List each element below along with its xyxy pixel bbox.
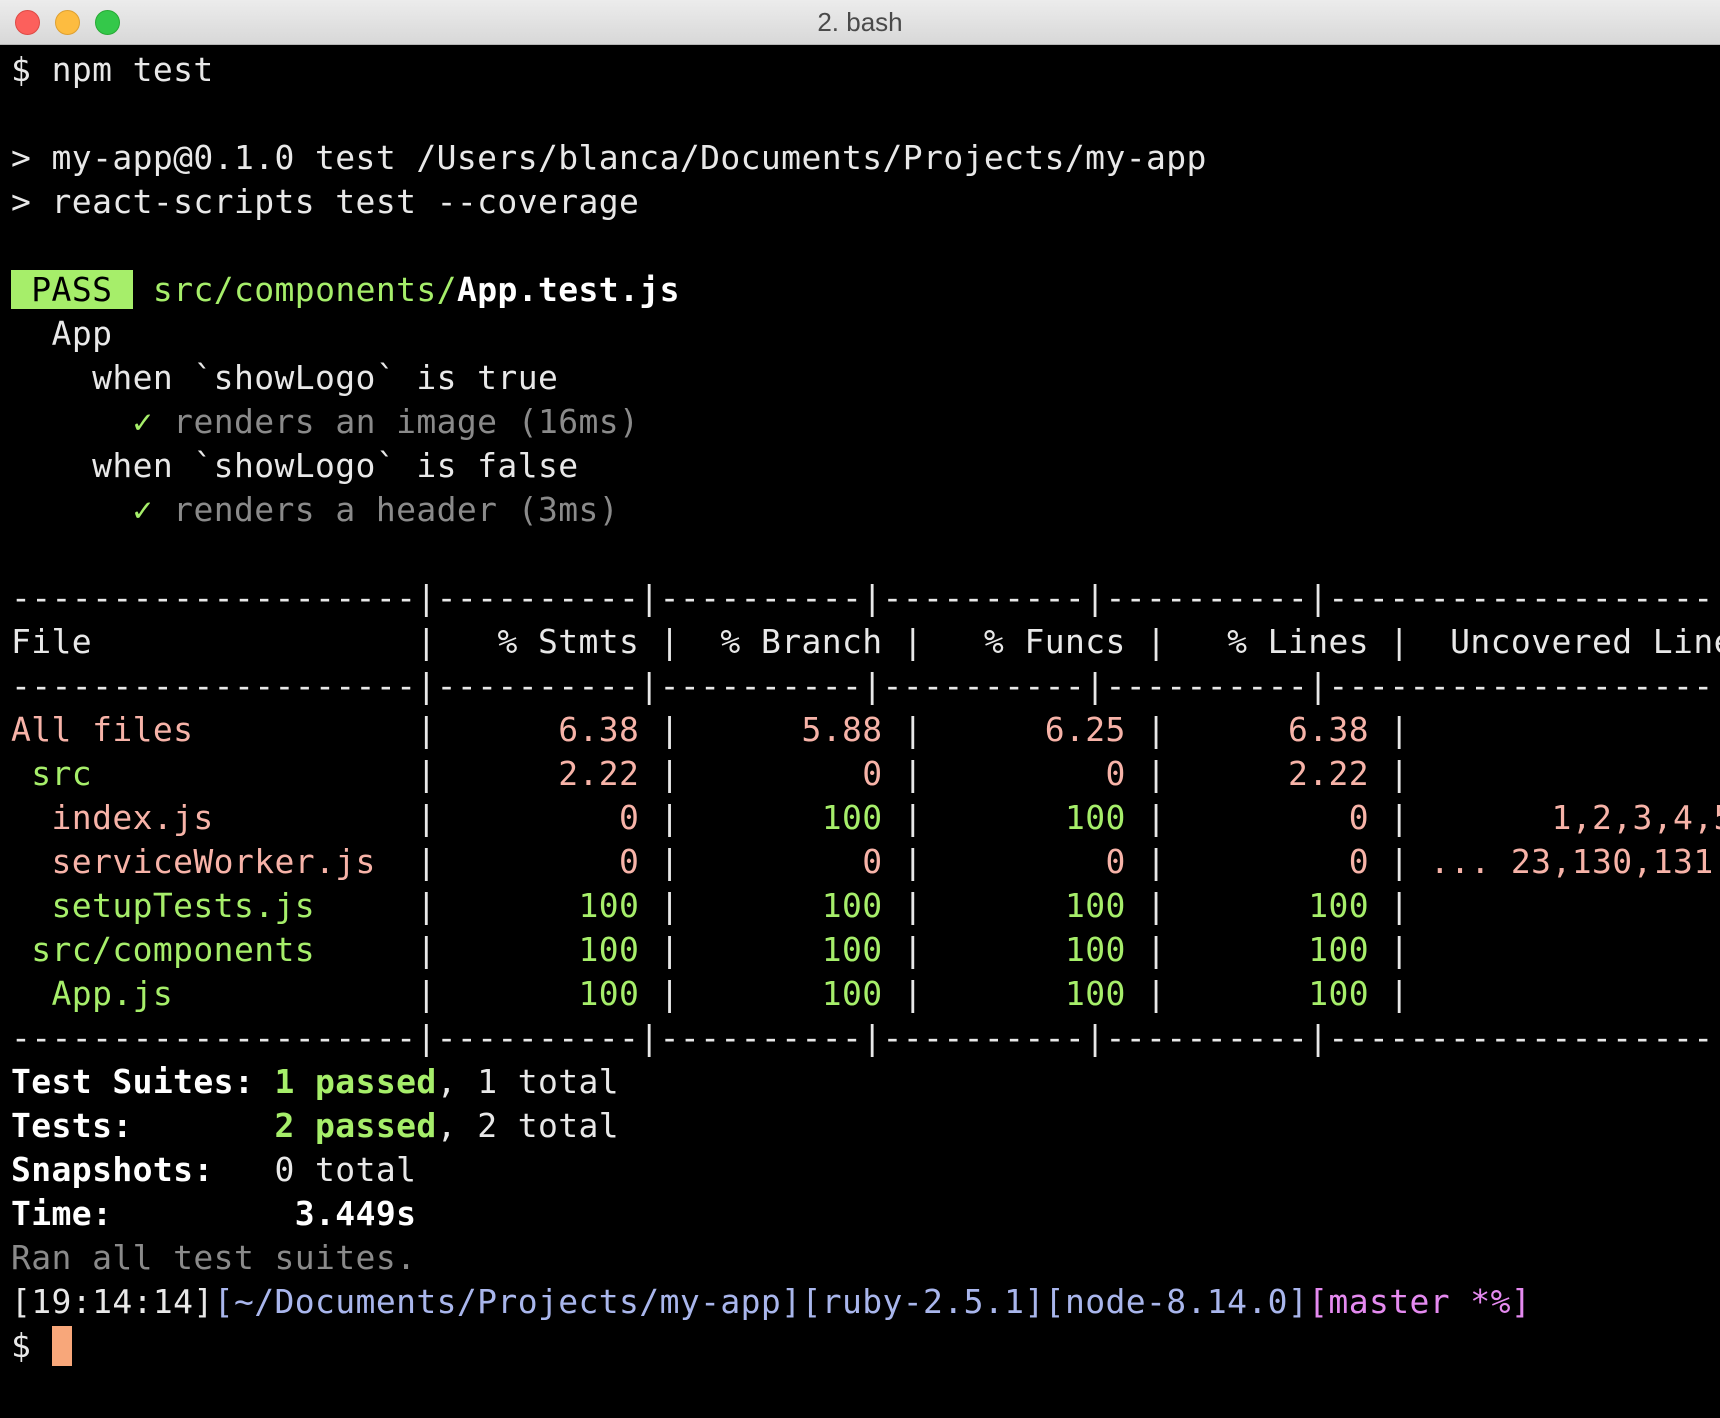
table-row: All files | 6.38 | 5.88 | 6.25 | 6.38 | … xyxy=(11,708,1720,752)
summary-suites: Test Suites: 1 passed, 1 total xyxy=(11,1062,620,1101)
table-cell-branch: 5.88 xyxy=(679,710,883,749)
table-header-cell: % Branch xyxy=(679,622,883,661)
prompt-path: [~/Documents/Projects/my-app] xyxy=(213,1282,802,1321)
coverage-table: --------------------|----------|--------… xyxy=(11,576,1720,1060)
check-icon: ✓ xyxy=(132,490,153,529)
table-cell-lines: 0 xyxy=(1166,842,1370,881)
table-cell-stmts: 0 xyxy=(436,842,640,881)
pass-badge: PASS xyxy=(11,270,133,309)
summary-ran: Ran all test suites. xyxy=(11,1238,417,1277)
table-cell-uncovered xyxy=(1410,886,1720,925)
table-cell-lines: 0 xyxy=(1166,798,1370,837)
table-row: setupTests.js | 100 | 100 | 100 | 100 | … xyxy=(11,884,1720,928)
window-title: 2. bash xyxy=(817,7,903,37)
check-icon: ✓ xyxy=(132,402,153,441)
prompt-git: [master *%] xyxy=(1308,1282,1532,1321)
table-cell-uncovered: 1,2,3,4,5,12 xyxy=(1551,798,1720,837)
input-line[interactable]: $ xyxy=(11,1324,1720,1368)
test-case: ✓ renders a header (3ms) xyxy=(132,490,620,529)
prompt-symbol: $ xyxy=(11,50,32,89)
table-row: src/components | 100 | 100 | 100 | 100 |… xyxy=(11,928,1720,972)
table-cell-funcs: 0 xyxy=(923,842,1126,881)
title-bar: 2. bash xyxy=(0,0,1720,45)
table-header-cell: Uncovered Line #s xyxy=(1450,622,1720,661)
suite-name: App xyxy=(51,314,113,353)
table-cell-uncovered xyxy=(1410,710,1720,749)
prompt-node: [node-8.14.0] xyxy=(1044,1282,1309,1321)
table-cell-funcs: 100 xyxy=(923,886,1126,925)
test-file-result: PASS src/components/App.test.js xyxy=(11,268,1720,312)
table-cell-file: All files xyxy=(11,710,417,749)
table-header: File | % Stmts | % Branch | % Funcs | % … xyxy=(11,620,1720,664)
table-cell-uncovered xyxy=(1410,974,1720,1013)
describe-block: when `showLogo` is true xyxy=(92,358,559,397)
table-row: serviceWorker.js | 0 | 0 | 0 | 0 | ... 2… xyxy=(11,840,1720,884)
table-cell-lines: 100 xyxy=(1166,930,1370,969)
table-cell-funcs: 0 xyxy=(923,754,1126,793)
terminal-window: 2. bash $ npm test > my-app@0.1.0 test /… xyxy=(0,0,1720,1418)
table-cell-branch: 100 xyxy=(679,798,883,837)
test-case: ✓ renders an image (16ms) xyxy=(132,402,640,441)
table-cell-branch: 0 xyxy=(679,842,883,881)
table-cell-funcs: 100 xyxy=(923,798,1126,837)
table-cell-branch: 0 xyxy=(679,754,883,793)
table-cell-funcs: 6.25 xyxy=(923,710,1126,749)
prompt-time: [19:14:14] xyxy=(11,1282,214,1321)
script-line: > my-app@0.1.0 test /Users/blanca/Docume… xyxy=(11,138,1207,177)
command-line: $ npm test xyxy=(11,48,1720,92)
table-cell-file: serviceWorker.js xyxy=(11,842,417,881)
table-header-cell: File xyxy=(11,622,417,661)
table-cell-stmts: 0 xyxy=(436,798,640,837)
table-separator: --------------------|----------|--------… xyxy=(11,578,1720,617)
table-cell-uncovered xyxy=(1410,930,1720,969)
prompt-ruby: [ruby-2.5.1] xyxy=(801,1282,1045,1321)
cursor xyxy=(51,1326,72,1366)
test-file-dir: src/components/ xyxy=(152,270,457,309)
table-cell-file: setupTests.js xyxy=(11,886,417,925)
summary-snapshots: Snapshots: 0 total xyxy=(11,1150,417,1189)
table-header-cell: % Stmts xyxy=(436,622,640,661)
table-separator: --------------------|----------|--------… xyxy=(11,666,1720,705)
table-cell-stmts: 100 xyxy=(436,974,640,1013)
table-cell-lines: 100 xyxy=(1166,886,1370,925)
table-cell-uncovered: ... 23,130,131,132 xyxy=(1429,842,1720,881)
script-line: > react-scripts test --coverage xyxy=(11,182,640,221)
table-cell-funcs: 100 xyxy=(923,974,1126,1013)
terminal-output[interactable]: $ npm test > my-app@0.1.0 test /Users/bl… xyxy=(11,48,1720,1418)
table-cell-branch: 100 xyxy=(679,974,883,1013)
table-row: src | 2.22 | 0 | 0 | 2.22 | | xyxy=(11,752,1720,796)
table-header-cell: % Lines xyxy=(1166,622,1370,661)
table-row: App.js | 100 | 100 | 100 | 100 | | xyxy=(11,972,1720,1016)
table-cell-stmts: 100 xyxy=(436,930,640,969)
table-cell-branch: 100 xyxy=(679,930,883,969)
table-cell-file: src xyxy=(11,754,417,793)
command-text: npm test xyxy=(51,50,214,89)
summary-time: Time: 3.449s xyxy=(11,1194,417,1233)
table-cell-stmts: 2.22 xyxy=(436,754,640,793)
status-prompt: [19:14:14][~/Documents/Projects/my-app][… xyxy=(11,1280,1720,1324)
table-cell-file: src/components xyxy=(11,930,417,969)
table-cell-stmts: 100 xyxy=(436,886,640,925)
summary-tests: Tests: 2 passed, 2 total xyxy=(11,1106,620,1145)
table-header-cell: % Funcs xyxy=(923,622,1126,661)
table-separator: --------------------|----------|--------… xyxy=(11,1018,1720,1057)
table-cell-uncovered xyxy=(1410,754,1720,793)
table-cell-stmts: 6.38 xyxy=(436,710,640,749)
table-row: index.js | 0 | 100 | 100 | 0 | 1,2,3,4,5… xyxy=(11,796,1720,840)
prompt-symbol: $ xyxy=(11,1326,32,1365)
table-cell-lines: 6.38 xyxy=(1166,710,1370,749)
table-cell-branch: 100 xyxy=(679,886,883,925)
table-cell-file: index.js xyxy=(11,798,417,837)
table-cell-lines: 100 xyxy=(1166,974,1370,1013)
describe-block: when `showLogo` is false xyxy=(92,446,579,485)
table-cell-file: App.js xyxy=(11,974,417,1013)
table-cell-lines: 2.22 xyxy=(1166,754,1370,793)
table-cell-funcs: 100 xyxy=(923,930,1126,969)
test-file-name: App.test.js xyxy=(456,270,680,309)
